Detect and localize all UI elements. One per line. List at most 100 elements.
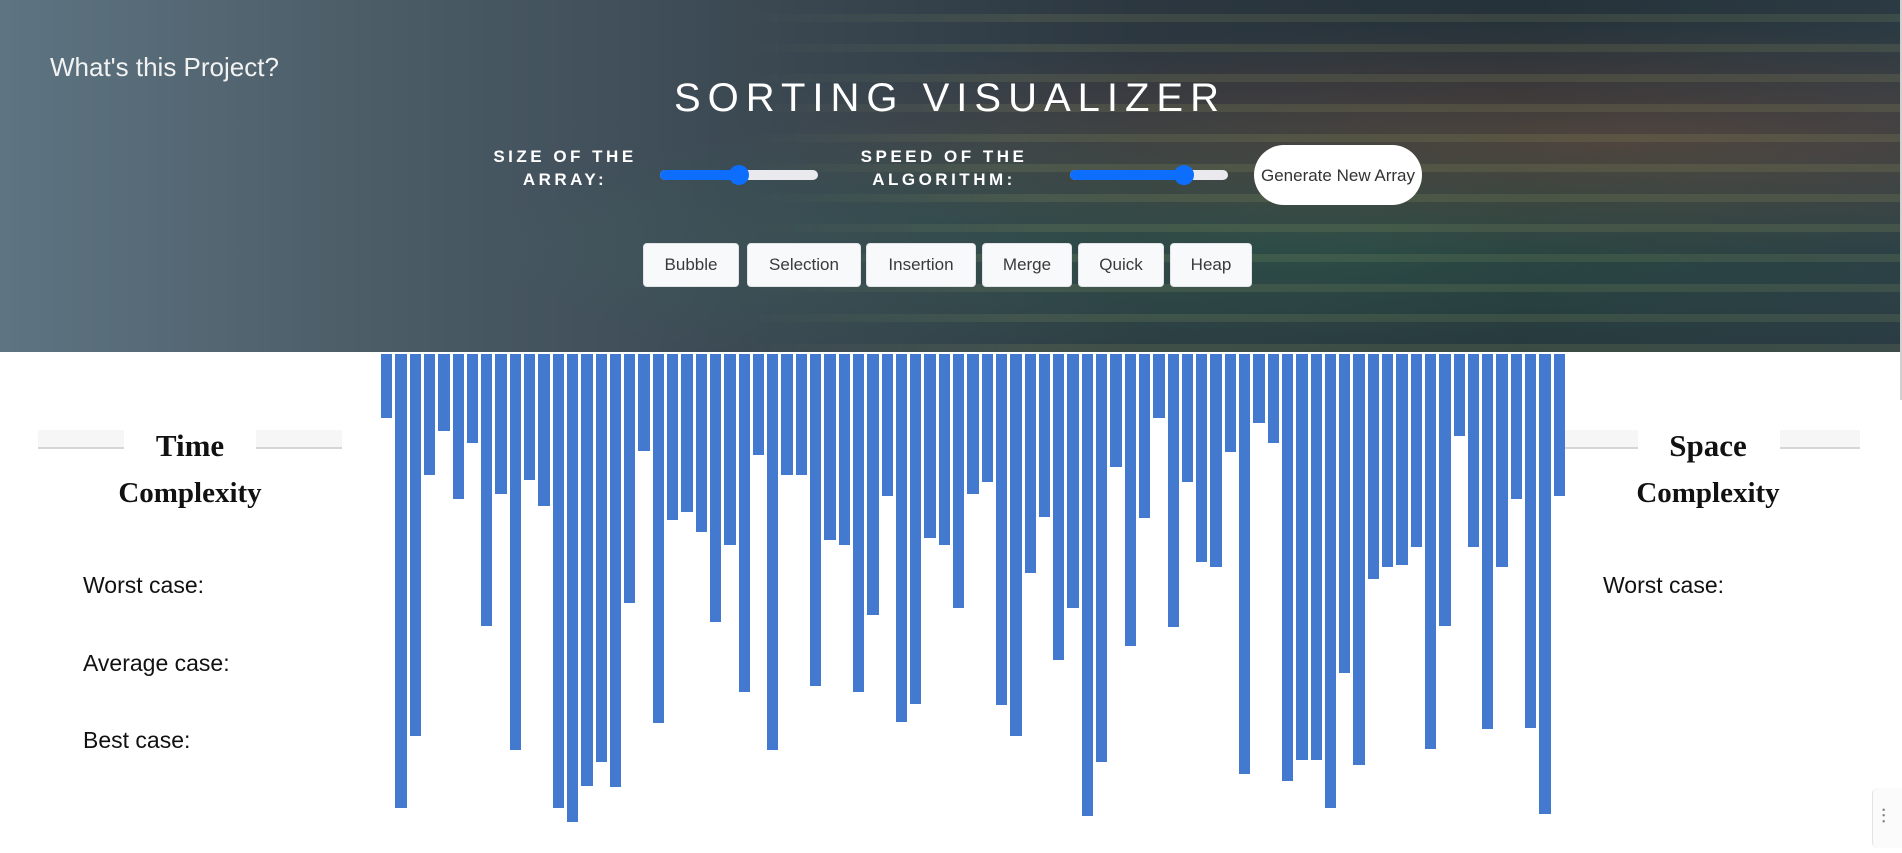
array-bar xyxy=(566,354,579,823)
array-bar xyxy=(1038,354,1051,518)
array-bar xyxy=(1024,354,1036,574)
array-bar xyxy=(1067,354,1079,609)
array-bar xyxy=(509,354,522,751)
array-bar xyxy=(781,354,793,475)
space-worst-case-label: Worst case: xyxy=(1603,572,1724,598)
array-bar xyxy=(652,354,665,723)
time-average-case-label: Average case: xyxy=(83,650,230,676)
generate-array-button[interactable]: Generate New Array xyxy=(1254,145,1422,205)
array-bar xyxy=(1053,354,1065,661)
array-bar xyxy=(1482,354,1494,729)
array-bar xyxy=(595,354,607,762)
array-bar xyxy=(810,354,822,687)
array-bar xyxy=(1382,354,1394,567)
array-bar xyxy=(1096,354,1108,762)
bubble-sort-button[interactable]: Bubble xyxy=(643,243,739,287)
array-bar xyxy=(967,354,979,495)
array-bar xyxy=(695,354,707,532)
space-complexity-subtitle: Complexity xyxy=(1636,477,1780,509)
array-bar xyxy=(1296,354,1308,760)
array-bar xyxy=(924,354,936,538)
size-label: SIZE OF THE ARRAY: xyxy=(493,147,637,189)
array-bar xyxy=(910,354,922,704)
array-bar xyxy=(466,354,479,443)
array-bar xyxy=(1396,354,1408,565)
array-bar xyxy=(1310,354,1322,760)
merge-sort-button[interactable]: Merge xyxy=(982,243,1072,287)
time-worst-case-label: Worst case: xyxy=(83,572,204,598)
array-bar xyxy=(1224,354,1237,452)
size-slider-knob[interactable] xyxy=(729,165,749,185)
array-bar xyxy=(1539,354,1551,814)
array-bar xyxy=(1167,354,1179,628)
array-bar xyxy=(1424,354,1437,750)
array-bar xyxy=(1267,354,1279,443)
array-bar xyxy=(438,354,450,432)
array-bar xyxy=(581,354,593,786)
array-bar xyxy=(881,354,893,496)
array-bar xyxy=(538,354,550,506)
array-bar xyxy=(1353,354,1365,765)
hero-header: What's this Project? SORTING VISUALIZER … xyxy=(0,0,1900,352)
array-bar xyxy=(1553,354,1565,496)
array-bar xyxy=(752,354,765,456)
array-bar xyxy=(1253,354,1265,423)
array-bar xyxy=(852,354,865,693)
array-bar xyxy=(681,354,693,513)
array-bar xyxy=(1525,354,1537,728)
insertion-sort-button[interactable]: Insertion xyxy=(866,243,976,287)
array-bar xyxy=(981,354,993,482)
array-bar xyxy=(1153,354,1165,418)
array-bar xyxy=(1410,354,1422,548)
speed-slider[interactable] xyxy=(1070,165,1228,185)
array-bar xyxy=(795,354,808,475)
scroll-handle[interactable]: ⫶ xyxy=(1872,788,1902,848)
array-bar xyxy=(409,354,421,736)
array-bar xyxy=(667,354,679,521)
array-bar xyxy=(381,354,393,418)
array-bar xyxy=(624,354,636,604)
speed-label: SPEED OF THE ALGORITHM: xyxy=(860,147,1028,189)
size-slider-fill xyxy=(660,170,739,180)
array-bar xyxy=(1496,354,1508,567)
array-bar xyxy=(638,354,650,451)
array-bar xyxy=(423,354,436,475)
array-bar xyxy=(1324,354,1337,808)
array-bar xyxy=(1339,354,1351,673)
heap-sort-button[interactable]: Heap xyxy=(1170,243,1252,287)
array-bar xyxy=(1181,354,1194,482)
time-complexity-title: Time xyxy=(155,428,225,463)
array-bar xyxy=(1010,354,1022,736)
array-bar xyxy=(895,354,908,723)
array-bar xyxy=(709,354,722,622)
array-bar xyxy=(738,354,750,693)
grip-icon: ⫶ xyxy=(1881,806,1886,828)
array-bar xyxy=(1124,354,1136,646)
array-bar xyxy=(1081,354,1094,816)
array-bar xyxy=(1510,354,1523,499)
array-bar xyxy=(995,354,1008,705)
array-bar xyxy=(938,354,951,546)
array-bar xyxy=(1453,354,1465,437)
array-bar xyxy=(552,354,564,808)
array-bar xyxy=(838,354,850,546)
size-slider[interactable] xyxy=(660,165,818,185)
array-bar xyxy=(1138,354,1151,519)
selection-sort-button[interactable]: Selection xyxy=(747,243,861,287)
array-bar xyxy=(452,354,464,499)
speed-slider-knob[interactable] xyxy=(1173,165,1194,185)
time-complexity-subtitle: Complexity xyxy=(118,477,262,509)
array-bar xyxy=(824,354,836,541)
array-bar xyxy=(1210,354,1222,567)
space-complexity-title: Space xyxy=(1669,428,1747,463)
array-bar xyxy=(1367,354,1380,580)
array-bar xyxy=(395,354,407,808)
array-bar xyxy=(867,354,879,615)
array-bar xyxy=(1196,354,1208,562)
array-bar xyxy=(1281,354,1294,781)
array-bar xyxy=(1110,354,1122,468)
quick-sort-button[interactable]: Quick xyxy=(1078,243,1164,287)
array-bar xyxy=(1439,354,1451,627)
speed-slider-fill xyxy=(1070,170,1184,180)
page-title: SORTING VISUALIZER xyxy=(673,76,1226,120)
